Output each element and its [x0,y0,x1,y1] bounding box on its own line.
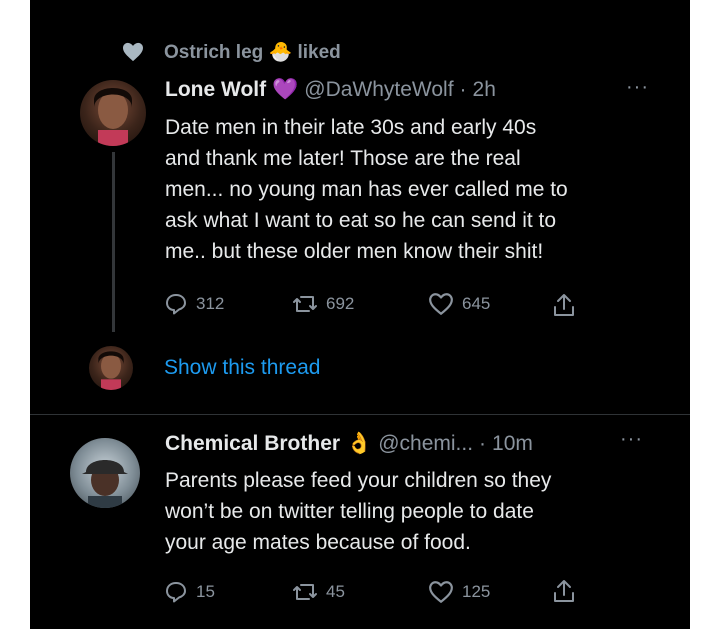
display-name[interactable]: Chemical Brother [165,432,340,456]
timestamp[interactable]: 2h [473,78,496,102]
separator: · [479,432,487,455]
reply-button[interactable]: 15 [164,580,215,604]
share-button[interactable] [552,292,576,318]
more-options-icon[interactable]: ··· [626,76,649,99]
timeline: Ostrich leg 🐣 liked Lone Wolf 💜 @DaWhyte… [30,0,690,629]
reply-icon [166,582,186,603]
like-button[interactable]: 125 [428,580,490,604]
retweet-count: 45 [326,582,345,601]
retweet-count: 692 [326,294,355,313]
tweet-header: Chemical Brother 👌 @chemi... · 10m [165,432,533,456]
more-options-icon[interactable]: ··· [620,428,643,451]
tweet-text: Date men in their late 30s and early 40s… [165,112,675,267]
share-button[interactable] [552,578,576,604]
reply-icon [166,294,186,315]
social-context-action: liked [297,42,341,63]
like-count: 125 [462,582,491,601]
tweet-text: Parents please feed your children so the… [165,465,665,558]
chick-emoji: 🐣 [268,42,293,63]
heart-icon [429,581,453,603]
like-button[interactable]: 645 [428,292,490,316]
purple-heart-emoji: 💜 [272,78,299,101]
divider [30,414,690,415]
separator: · [459,78,467,101]
avatar[interactable] [80,80,146,146]
tweet-header: Lone Wolf 💜 @DaWhyteWolf · 2h [165,78,496,102]
social-context[interactable]: Ostrich leg 🐣 liked [164,40,341,64]
retweet-icon [293,296,317,312]
retweet-button[interactable]: 45 [292,580,345,604]
show-thread-link[interactable]: Show this thread [164,356,320,380]
display-name[interactable]: Lone Wolf [165,78,266,102]
avatar[interactable] [70,438,140,508]
user-handle[interactable]: @DaWhyteWolf [304,78,453,102]
tweet-line: men... no young man has ever called me t… [165,178,568,201]
tweet-line: Date men in their late 30s and early 40s [165,116,537,139]
thread-line [112,152,115,332]
reply-button[interactable]: 312 [164,292,224,316]
share-icon [554,294,574,316]
ok-hand-emoji: 👌 [346,432,373,455]
tweet-line: ask what I want to eat so he can send it… [165,209,557,232]
social-context-user: Ostrich leg [164,42,264,63]
reply-count: 312 [196,294,225,313]
tweet-line: Parents please feed your children so the… [165,469,552,492]
tweet-line: and thank me later! Those are the real [165,147,521,170]
share-icon [554,580,574,602]
liked-heart-icon [123,42,143,62]
timestamp[interactable]: 10m [492,432,533,456]
reply-count: 15 [196,582,215,601]
thread-avatar[interactable] [89,346,133,390]
tweet-line: won’t be on twitter telling people to da… [165,500,534,523]
user-handle[interactable]: @chemi... [378,432,473,456]
heart-icon [429,293,453,315]
tweet-line: me.. but these older men know their shit… [165,240,544,263]
tweet-line: your age mates because of food. [165,531,471,554]
like-count: 645 [462,294,491,313]
retweet-icon [293,584,317,600]
retweet-button[interactable]: 692 [292,292,354,316]
